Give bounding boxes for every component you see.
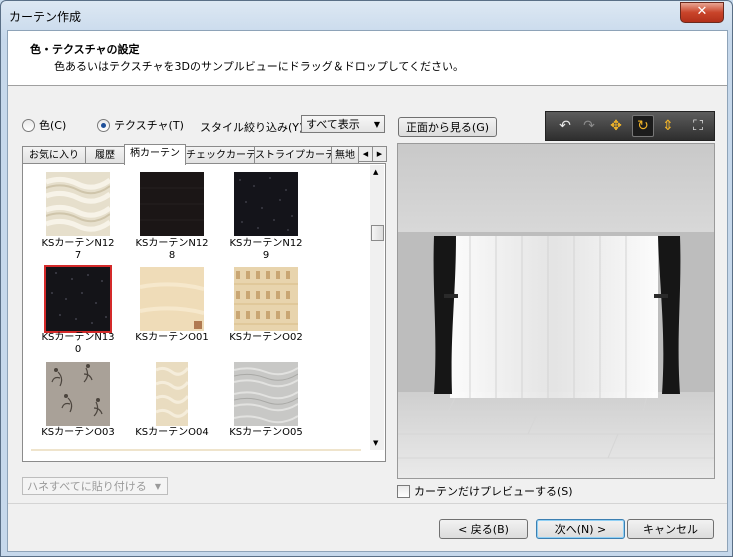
undo-icon[interactable]: ↶ — [555, 116, 575, 136]
curtain-scene — [398, 144, 714, 478]
floral-gray-texture — [46, 362, 110, 426]
swatch-label: KSカーテンO05 — [229, 427, 303, 438]
height-icon[interactable]: ⇕ — [658, 116, 678, 136]
paste-all-label: ハネすべてに貼り付ける — [27, 480, 147, 493]
scroll-up-icon[interactable]: ▲ — [373, 168, 378, 176]
tab-scroll-right-icon[interactable]: ▶ — [372, 146, 387, 162]
swatch-ks-n127[interactable] — [45, 172, 112, 236]
close-button[interactable]: ✕ — [680, 2, 724, 23]
front-view-button[interactable]: 正面から見る(G) — [398, 117, 497, 137]
category-tabs: お気に入り 履歴 柄カーテン チェックカーテン ストライプカーテン 無地 ◀ ▶ — [22, 144, 387, 165]
black-speckle-texture — [46, 267, 110, 331]
style-filter-label: スタイル絞り込み(Y): — [200, 121, 308, 134]
swatch-label: KSカーテンO02 — [229, 332, 303, 343]
step-title: 色・テクスチャの設定 — [30, 43, 140, 56]
swatch-label: KSカーテンN12 9 — [229, 238, 303, 261]
footer-divider — [8, 503, 727, 504]
swatch-label: KSカーテンN12 7 — [41, 238, 115, 261]
checkbox-box — [397, 484, 410, 498]
radio-indicator — [22, 118, 35, 132]
next-row-hint — [31, 449, 361, 451]
view-toolbar: ↶ ↷ ✥ ↻ ⇕ ⛶ — [545, 111, 715, 141]
step-description: 色あるいはテクスチャを3Dのサンプルビューにドラッグ＆ドロップしてください。 — [54, 60, 465, 73]
scroll-down-icon[interactable]: ▼ — [373, 439, 378, 447]
paste-all-dropdown[interactable]: ハネすべてに貼り付ける ▼ — [22, 477, 168, 495]
texture-radio[interactable]: テクスチャ(T) — [97, 117, 184, 133]
tab-pattern-curtain[interactable]: 柄カーテン — [124, 144, 186, 165]
black-speckle-texture — [234, 172, 298, 236]
tab-scroll-left-icon[interactable]: ◀ — [358, 146, 373, 162]
window-title: カーテン作成 — [9, 10, 82, 24]
next-button[interactable]: 次へ(N) > — [536, 519, 625, 539]
swatch-ks-o04[interactable] — [155, 362, 190, 426]
cream-wave-texture — [45, 172, 112, 236]
floor — [398, 392, 714, 478]
swatch-ks-n130[interactable] — [44, 265, 112, 333]
swatch-label: KSカーテンO03 — [41, 427, 115, 438]
rotate-icon[interactable]: ↻ — [632, 115, 654, 137]
swatch-label: KSカーテンO01 — [135, 332, 209, 343]
color-radio-label: 色(C) — [39, 119, 67, 132]
move-icon[interactable]: ✥ — [606, 116, 626, 136]
scroll-thumb[interactable] — [371, 225, 384, 241]
cream-wave-narrow-texture — [155, 362, 190, 426]
color-radio[interactable]: 色(C) — [22, 117, 66, 133]
swatch-ks-o03[interactable] — [46, 362, 110, 426]
wizard-header: 色・テクスチャの設定 色あるいはテクスチャを3Dのサンプルビューにドラッグ＆ドロ… — [8, 31, 727, 86]
black-texture — [140, 172, 204, 236]
swatch-label: KSカーテンN13 0 — [41, 332, 115, 355]
tab-history[interactable]: 履歴 — [85, 146, 125, 164]
texture-grid: KSカーテンN12 7 KSカーテンN12 8 KSカーテンN12 9 KSカー… — [22, 163, 386, 462]
preview-only-label: カーテンだけプレビューする(S) — [414, 485, 573, 498]
style-filter-select[interactable]: すべて表示 ▼ — [301, 115, 385, 133]
swatch-ks-o01[interactable] — [139, 267, 205, 331]
style-filter-value: すべて表示 — [306, 118, 360, 131]
swatch-ks-n128[interactable] — [140, 172, 204, 236]
gray-textured-texture — [233, 362, 299, 426]
texture-radio-label: テクスチャ(T) — [114, 119, 184, 132]
back-button[interactable]: < 戻る(B) — [439, 519, 528, 539]
tab-plain[interactable]: 無地 — [331, 146, 359, 164]
chevron-down-icon: ▼ — [373, 120, 380, 129]
ceiling — [398, 144, 714, 232]
radio-indicator-selected — [97, 118, 110, 132]
swatch-ks-o05[interactable] — [233, 362, 299, 426]
beige-grid-texture — [234, 267, 298, 331]
title-bar[interactable]: カーテン作成 ✕ — [1, 1, 732, 31]
fit-view-icon[interactable]: ⛶ — [688, 116, 708, 136]
tab-check-curtain[interactable]: チェックカーテン — [185, 146, 255, 164]
lace-curtain — [450, 236, 658, 398]
cream-plain-texture — [139, 267, 205, 331]
redo-icon[interactable]: ↷ — [579, 116, 599, 136]
swatch-ks-o02[interactable] — [234, 267, 298, 331]
dialog-window: カーテン作成 ✕ 色・テクスチャの設定 色あるいはテクスチャを3Dのサンプルビュ… — [0, 0, 733, 557]
preview-only-checkbox[interactable]: カーテンだけプレビューする(S) — [397, 483, 573, 499]
tab-favorites[interactable]: お気に入り — [22, 146, 86, 164]
dialog-client: 色・テクスチャの設定 色あるいはテクスチャを3Dのサンプルビューにドラッグ＆ドロ… — [7, 30, 728, 552]
swatch-label: KSカーテンN12 8 — [135, 238, 209, 261]
swatch-ks-n129[interactable] — [234, 172, 298, 236]
texture-grid-scrollbar[interactable]: ▲ ▼ — [370, 165, 384, 450]
cancel-button[interactable]: キャンセル — [627, 519, 714, 539]
chevron-down-icon: ▼ — [154, 482, 161, 491]
tab-stripe-curtain[interactable]: ストライプカーテン — [254, 146, 332, 164]
3d-preview[interactable] — [397, 143, 715, 479]
swatch-label: KSカーテンO04 — [135, 427, 209, 438]
